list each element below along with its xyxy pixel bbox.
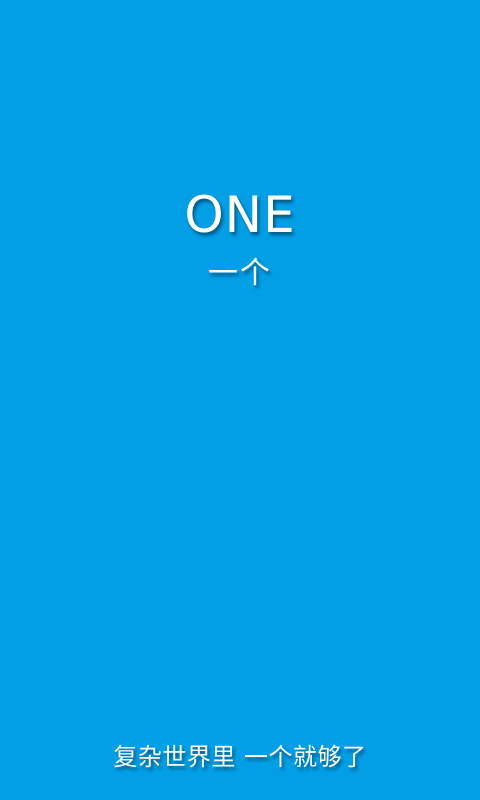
- app-logo-chinese: 一个: [208, 256, 272, 291]
- splash-screen: ONE 一个 复杂世界里 一个就够了: [0, 0, 480, 800]
- app-logo-english: ONE: [184, 186, 296, 244]
- slogan-text: 复杂世界里 一个就够了: [113, 743, 367, 771]
